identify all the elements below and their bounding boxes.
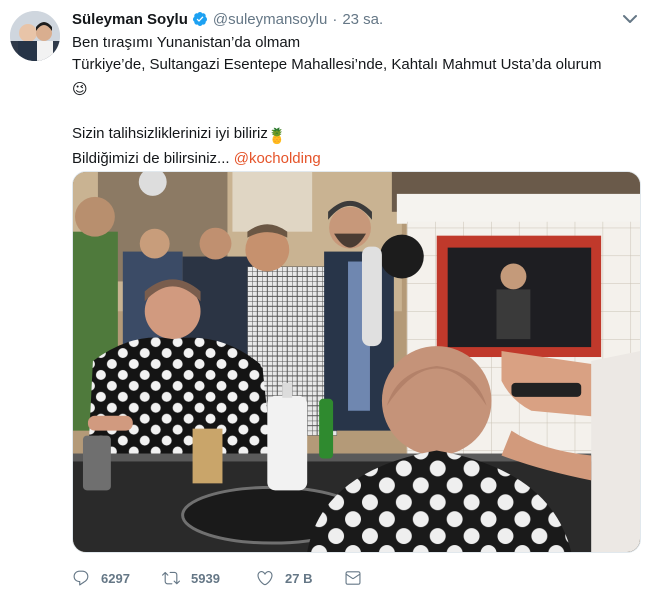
direct-message-button[interactable] (344, 569, 366, 587)
tweet-card[interactable]: Süleyman Soylu @suleymansoylu · 23 sa. B… (0, 0, 650, 602)
reply-count: 6297 (101, 570, 130, 586)
wink-emoji: 😉 (72, 81, 88, 98)
envelope-icon (345, 571, 361, 585)
mention-link[interactable]: @kocholding (234, 150, 321, 167)
author-handle[interactable]: @suleymansoylu (213, 11, 327, 28)
tweet-photo[interactable] (72, 171, 641, 553)
reply-button[interactable]: 6297 (72, 569, 162, 587)
tweet-line: Sizin talihsizliklerinizi iyi biliriz🍍 (72, 123, 638, 148)
tweet-line: Ben tıraşımı Yunanistan’da olmam (72, 34, 301, 51)
tweet-line-text: Sizin talihsizliklerinizi iyi biliriz (72, 125, 268, 142)
tweet-text: Ben tıraşımı Yunanistan’da olmam Türkiye… (72, 32, 638, 170)
tweet-timestamp[interactable]: 23 sa. (342, 11, 383, 28)
heart-icon (257, 571, 273, 586)
tweet-actions: 6297 5939 27 B (72, 566, 366, 590)
tweet-line: Türkiye’de, Sultangazi Esentepe Mahalles… (72, 56, 602, 73)
tweet-header: Süleyman Soylu @suleymansoylu · 23 sa. (72, 8, 383, 30)
tweet-line-text: Bildiğimizi de bilirsiniz... (72, 150, 230, 167)
like-count: 27 B (285, 570, 313, 586)
retweet-icon (162, 571, 180, 585)
chevron-down-icon[interactable] (621, 12, 639, 26)
avatar-image (10, 11, 60, 61)
pineapple-emoji: 🍍 (267, 128, 287, 145)
reply-icon (73, 570, 89, 586)
separator-dot: · (332, 10, 338, 28)
avatar[interactable] (10, 11, 60, 61)
barbershop-photo (73, 172, 640, 552)
like-button[interactable]: 27 B (256, 569, 344, 587)
verified-badge-icon (192, 12, 207, 26)
retweet-button[interactable]: 5939 (162, 569, 256, 587)
author-name[interactable]: Süleyman Soylu (72, 11, 188, 28)
tweet-line: 😉 (72, 76, 638, 101)
tweet-line: Bildiğimizi de bilirsiniz... @kocholding (72, 148, 638, 170)
retweet-count: 5939 (191, 570, 220, 586)
